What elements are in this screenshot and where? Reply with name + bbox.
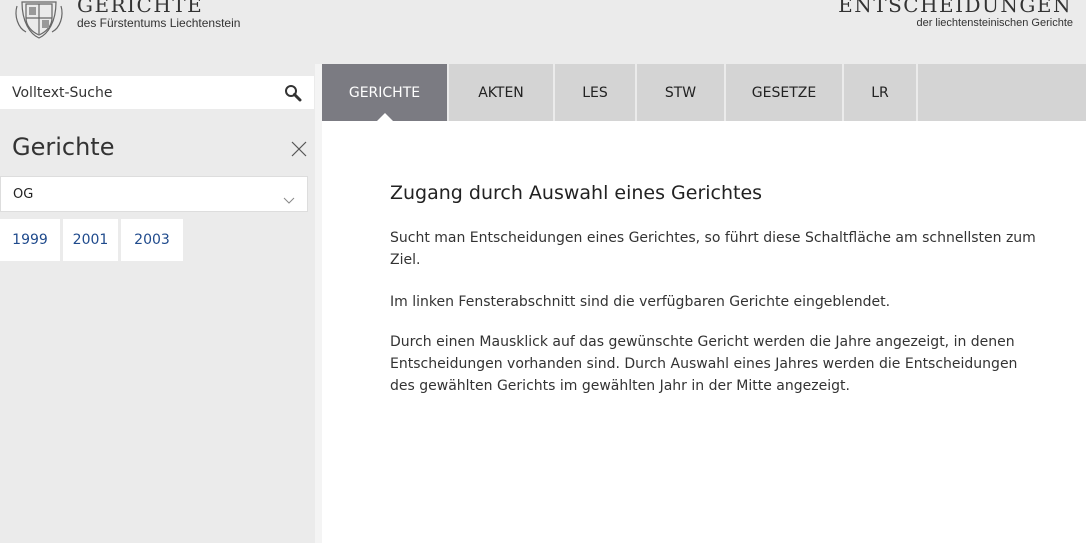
court-select-value: OG xyxy=(13,187,34,202)
year-link-1999[interactable]: 1999 xyxy=(0,219,60,261)
court-select[interactable]: OG xyxy=(0,176,308,212)
tab-gesetze[interactable]: GESETZE xyxy=(726,64,844,121)
sidebar: Gerichte OG 1999 2001 2003 xyxy=(0,122,314,543)
sidebar-header: Gerichte xyxy=(0,122,314,168)
tab-akten[interactable]: AKTEN xyxy=(449,64,555,121)
usage-paragraph: Durch einen Mausklick auf das gewünschte… xyxy=(390,334,1018,394)
intro-paragraph: Sucht man Entscheidungen eines Gerichtes… xyxy=(390,230,1036,268)
pane-divider[interactable] xyxy=(315,64,322,543)
tab-bar: GERICHTE AKTEN LES STW GESETZE LR xyxy=(322,64,1086,122)
year-list: 1999 2001 2003 xyxy=(0,219,186,261)
year-link-2001[interactable]: 2001 xyxy=(63,219,118,261)
close-icon[interactable] xyxy=(290,140,308,158)
tab-lr[interactable]: LR xyxy=(844,64,918,121)
main-content: Zugang durch Auswahl eines Gerichtes Suc… xyxy=(322,121,1086,543)
tab-les[interactable]: LES xyxy=(555,64,637,121)
sidebar-title: Gerichte xyxy=(12,133,115,161)
tab-gerichte[interactable]: GERICHTE xyxy=(322,64,449,122)
info-paragraph: Im linken Fensterabschnitt sind die verf… xyxy=(390,294,891,310)
search-box xyxy=(0,76,314,109)
search-icon[interactable] xyxy=(284,84,302,102)
brand-subtitle: des Fürstentums Liechtenstein xyxy=(77,16,241,30)
section-subtitle: der liechtensteinischen Gerichte xyxy=(916,17,1073,29)
coat-of-arms-icon[interactable] xyxy=(14,0,64,40)
brand-title[interactable]: GERICHTE xyxy=(77,0,203,17)
page-heading: Zugang durch Auswahl eines Gerichtes xyxy=(390,182,763,204)
chevron-down-icon xyxy=(283,190,295,204)
year-link-2003[interactable]: 2003 xyxy=(121,219,183,261)
search-input[interactable] xyxy=(0,76,270,109)
tab-stw[interactable]: STW xyxy=(637,64,726,121)
section-title: ENTSCHEIDUNGEN xyxy=(838,0,1072,17)
site-header: GERICHTE des Fürstentums Liechtenstein E… xyxy=(0,0,1086,64)
